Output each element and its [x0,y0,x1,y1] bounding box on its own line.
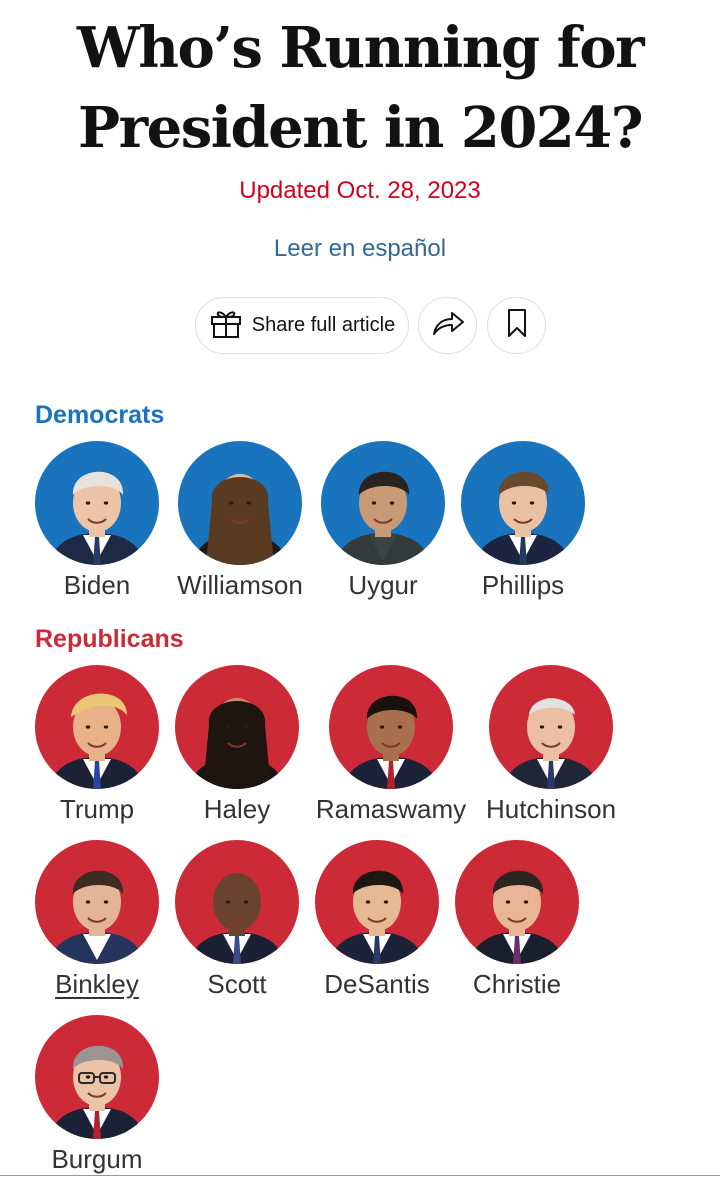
candidate-card-christie[interactable]: Christie [455,840,579,1010]
candidate-photo [329,665,453,789]
updated-timestamp: Updated Oct. 28, 2023 [239,177,481,204]
share-full-article-label: Share full article [251,314,396,336]
candidate-photo [315,840,439,964]
candidate-photo [178,441,302,565]
candidate-name: Burgum [51,1144,143,1174]
candidate-card-hutchinson[interactable]: Hutchinson [486,665,616,835]
share-button[interactable] [418,297,477,354]
spanish-version-link[interactable]: Leer en español [0,235,720,263]
candidate-name: Hutchinson [485,794,617,824]
candidate-card-ramaswamy[interactable]: Ramaswamy [316,665,466,835]
section-divider [0,1175,720,1176]
share-arrow-icon [431,310,465,341]
candidate-photo [321,441,445,565]
candidate-card-haley[interactable]: Haley [175,665,299,835]
candidate-photo [461,441,585,565]
candidate-name: Christie [472,969,562,999]
democrats-heading: Democrats [35,401,165,429]
share-full-article-button[interactable]: Share full article [195,297,409,354]
headline-line-1: Who’s Running for [76,15,645,81]
republicans-heading: Republicans [35,625,184,653]
candidate-photo [175,665,299,789]
candidate-name: Phillips [481,570,565,600]
candidate-photo [35,840,159,964]
candidate-photo [455,840,579,964]
gift-icon [209,307,243,344]
candidate-photo [35,1015,159,1139]
candidate-photo [35,441,159,565]
candidate-photo [489,665,613,789]
candidate-card-phillips[interactable]: Phillips [461,441,585,611]
save-bookmark-button[interactable] [487,297,546,354]
headline-line-2: President in 2024? [77,95,644,161]
headline: Who’s Running for President in 2024? [0,8,720,168]
candidate-photo [175,840,299,964]
bookmark-icon [506,308,528,343]
candidate-card-burgum[interactable]: Burgum [35,1015,159,1185]
candidate-photo [35,665,159,789]
